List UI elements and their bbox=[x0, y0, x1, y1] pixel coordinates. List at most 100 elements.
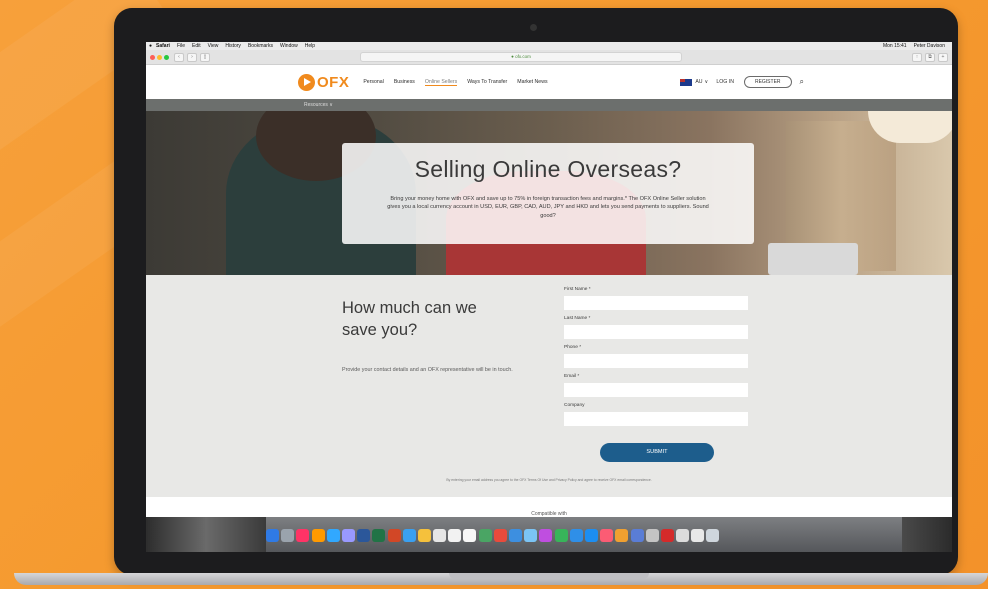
word-icon[interactable] bbox=[357, 529, 371, 542]
mail-icon[interactable] bbox=[509, 529, 522, 542]
photo-booth-icon[interactable] bbox=[645, 529, 659, 542]
minimize-window-icon[interactable] bbox=[157, 54, 162, 60]
menu-help[interactable]: Help bbox=[305, 43, 315, 49]
first-name-label: First Name * bbox=[564, 287, 591, 292]
sidebar-icon[interactable]: ▯ bbox=[200, 52, 210, 62]
indesign-icon[interactable] bbox=[296, 529, 310, 542]
nav-online-sellers[interactable]: Online Sellers bbox=[424, 79, 458, 86]
menubar-status: Mon 15:41 Peter Davison bbox=[883, 43, 952, 49]
illustrator-icon[interactable] bbox=[311, 529, 325, 542]
notes-icon[interactable] bbox=[417, 529, 431, 542]
tabs-icon[interactable]: ⧉ bbox=[925, 52, 935, 62]
ofx-logo[interactable]: OFX bbox=[298, 73, 350, 91]
email-label: Email * bbox=[564, 374, 580, 379]
nav-ways-to-transfer[interactable]: Ways To Transfer bbox=[467, 79, 507, 86]
system-preferences-icon[interactable] bbox=[630, 529, 644, 542]
site-header: OFX Personal Business Online Sellers Way… bbox=[146, 65, 952, 99]
after-effects-icon[interactable] bbox=[341, 529, 355, 542]
close-window-icon[interactable] bbox=[150, 54, 155, 60]
sub-nav: Resources ∨ bbox=[146, 99, 952, 111]
music-icon[interactable] bbox=[600, 529, 614, 542]
region-selector[interactable]: AU bbox=[695, 79, 702, 85]
menu-history[interactable]: History bbox=[225, 43, 241, 49]
share-icon[interactable]: ↑ bbox=[912, 52, 922, 62]
safari-toolbar: ‹ › ▯ ● ofx.com ↑ ⧉ + bbox=[146, 50, 952, 65]
preview-icon[interactable] bbox=[463, 529, 477, 542]
keynote-icon[interactable] bbox=[569, 529, 583, 542]
app-store-icon[interactable] bbox=[584, 529, 598, 542]
excel-icon[interactable] bbox=[372, 529, 386, 542]
compatible-with-heading: Compatible with bbox=[146, 497, 952, 517]
laptop-lid: ● Safari File Edit View History Bookmark… bbox=[114, 8, 958, 575]
menu-view[interactable]: View bbox=[208, 43, 219, 49]
toolbar-right: ↑ ⧉ + bbox=[909, 52, 948, 62]
hero-text: Bring your money home with OFX and save … bbox=[387, 196, 709, 219]
address-bar[interactable]: ● ofx.com bbox=[360, 52, 682, 62]
ofx-logo-icon bbox=[298, 73, 315, 91]
nav-market-news[interactable]: Market News bbox=[517, 79, 547, 86]
nav-business[interactable]: Business bbox=[394, 79, 415, 86]
hero-laptop bbox=[768, 243, 858, 275]
hero-banner: Selling Online Overseas? Bring your mone… bbox=[146, 111, 952, 275]
acrobat-icon[interactable] bbox=[660, 529, 674, 542]
search-icon[interactable]: ⌕ bbox=[800, 77, 804, 87]
nav-personal[interactable]: Personal bbox=[363, 79, 383, 86]
mac-dock bbox=[146, 517, 952, 552]
register-button[interactable]: REGISTER bbox=[743, 76, 792, 88]
logo-text: OFX bbox=[317, 73, 350, 91]
company-label: Company bbox=[564, 403, 585, 408]
documents-stack-icon[interactable] bbox=[691, 529, 705, 542]
chrome-icon[interactable] bbox=[493, 529, 507, 542]
calendar-icon[interactable] bbox=[433, 529, 447, 542]
launchpad-icon[interactable] bbox=[281, 529, 295, 542]
user-name[interactable]: Peter Davison bbox=[914, 43, 945, 49]
textedit-icon[interactable] bbox=[448, 529, 462, 542]
camera bbox=[530, 24, 537, 31]
menu-window[interactable]: Window bbox=[280, 43, 298, 49]
photoshop-icon[interactable] bbox=[326, 529, 340, 542]
last-name-field[interactable] bbox=[564, 325, 748, 339]
hero-card: Selling Online Overseas? Bring your mone… bbox=[342, 143, 754, 244]
submit-button[interactable]: SUBMIT bbox=[600, 443, 714, 462]
back-button[interactable]: ‹ bbox=[174, 52, 184, 62]
resources-dropdown[interactable]: Resources ∨ bbox=[304, 102, 333, 108]
desktop-wallpaper bbox=[146, 517, 266, 552]
maps-icon[interactable] bbox=[478, 529, 492, 542]
menu-bookmarks[interactable]: Bookmarks bbox=[248, 43, 273, 49]
phone-field[interactable] bbox=[564, 354, 748, 368]
company-field[interactable] bbox=[564, 412, 748, 426]
form-description: Provide your contact details and an OFX … bbox=[342, 367, 513, 373]
downloads-stack-icon[interactable] bbox=[676, 529, 690, 542]
window-controls bbox=[150, 54, 171, 60]
zoom-window-icon[interactable] bbox=[164, 54, 169, 60]
trash-icon[interactable] bbox=[706, 529, 720, 542]
menu-edit[interactable]: Edit bbox=[192, 43, 201, 49]
laptop-screen: ● Safari File Edit View History Bookmark… bbox=[146, 42, 952, 552]
chevron-down-icon[interactable]: ∨ bbox=[705, 79, 709, 85]
dock-icons bbox=[266, 529, 722, 549]
desktop-wallpaper bbox=[902, 517, 952, 552]
laptop-base-notch bbox=[449, 573, 649, 579]
apple-icon[interactable]: ● bbox=[149, 43, 152, 49]
messages-icon[interactable] bbox=[524, 529, 538, 542]
header-actions: AU ∨ LOG IN REGISTER ⌕ bbox=[680, 76, 804, 88]
first-name-field[interactable] bbox=[564, 296, 748, 310]
ibooks-icon[interactable] bbox=[615, 529, 629, 542]
email-field[interactable] bbox=[564, 383, 748, 397]
menu-file[interactable]: File bbox=[177, 43, 185, 49]
numbers-icon[interactable] bbox=[554, 529, 568, 542]
clock[interactable]: Mon 15:41 bbox=[883, 43, 907, 49]
main-nav: Personal Business Online Sellers Ways To… bbox=[363, 79, 557, 86]
forward-button[interactable]: › bbox=[187, 52, 197, 62]
menu-safari[interactable]: Safari bbox=[156, 43, 170, 49]
australia-flag-icon[interactable] bbox=[680, 78, 693, 86]
safari-icon[interactable] bbox=[402, 529, 416, 542]
powerpoint-icon[interactable] bbox=[387, 529, 401, 542]
new-tab-icon[interactable]: + bbox=[938, 52, 948, 62]
mac-menubar: ● Safari File Edit View History Bookmark… bbox=[146, 42, 952, 50]
phone-label: Phone * bbox=[564, 345, 582, 350]
login-link[interactable]: LOG IN bbox=[716, 79, 734, 85]
itunes-icon[interactable] bbox=[539, 529, 553, 542]
finder-icon[interactable] bbox=[266, 529, 279, 542]
hero-title: Selling Online Overseas? bbox=[414, 156, 682, 182]
